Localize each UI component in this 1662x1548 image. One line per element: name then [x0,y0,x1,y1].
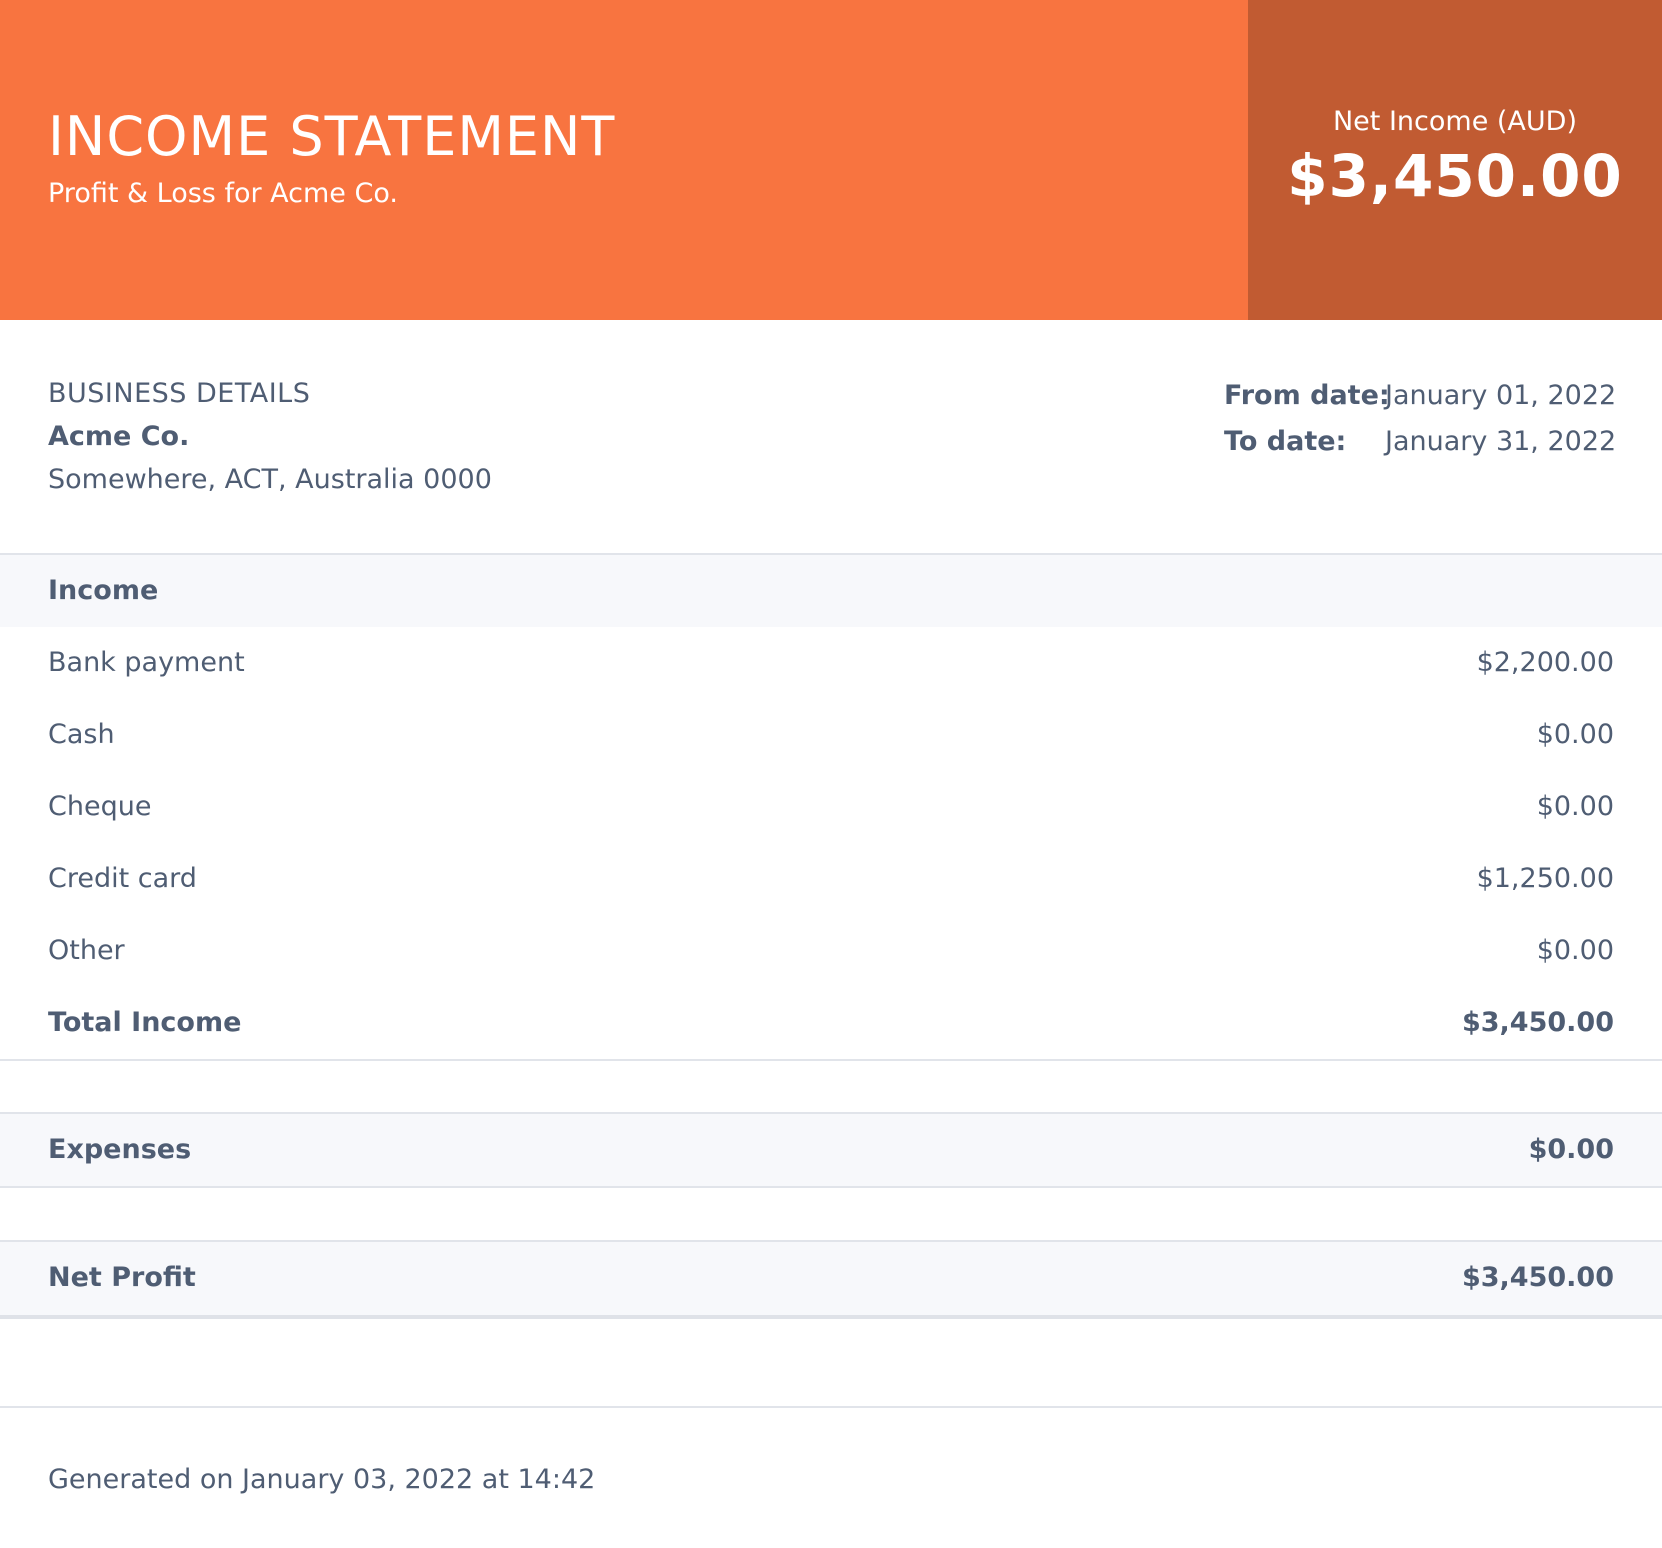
income-row-value: $0.00 [1536,719,1614,750]
income-row: Other $0.00 [0,915,1662,987]
from-date-label: From date: [1224,380,1390,411]
expenses-value: $0.00 [1528,1134,1614,1165]
income-row: Bank payment $2,200.00 [0,627,1662,699]
income-row: Cash $0.00 [0,699,1662,771]
business-name: Acme Co. [48,421,190,452]
income-row-label: Cheque [48,791,152,822]
income-row-label: Cash [48,719,115,750]
income-row: Cheque $0.00 [0,771,1662,843]
from-date-row: From date: January 01, 2022 [1224,373,1616,419]
to-date-label: To date: [1224,426,1347,457]
page-subtitle: Profit & Loss for Acme Co. [48,178,398,209]
from-date-value: January 01, 2022 [1385,380,1617,411]
income-row-label: Bank payment [48,647,245,678]
income-row-value: $2,200.00 [1476,647,1614,678]
divider [0,1406,1662,1408]
net-income-value: $3,450.00 [1287,142,1623,210]
net-profit-row: Net Profit $3,450.00 [0,1242,1662,1314]
to-date-row: To date: January 31, 2022 [1224,419,1616,465]
total-income-row: Total Income $3,450.00 [0,987,1662,1059]
income-heading: Income [0,555,1662,627]
net-income-box: Net Income (AUD) $3,450.00 [1248,0,1662,320]
income-row-label: Credit card [48,863,197,894]
income-heading-label: Income [48,575,159,606]
page-title: INCOME STATEMENT [48,105,616,168]
total-income-label: Total Income [48,1007,242,1038]
business-details-heading: BUSINESS DETAILS [48,378,311,409]
header-banner: INCOME STATEMENT Profit & Loss for Acme … [0,0,1662,320]
business-address: Somewhere, ACT, Australia 0000 [48,464,492,495]
expenses-label: Expenses [48,1134,192,1165]
income-row: Credit card $1,250.00 [0,843,1662,915]
divider [0,1186,1662,1188]
net-profit-value: $3,450.00 [1461,1262,1614,1293]
to-date-value: January 31, 2022 [1385,426,1617,457]
divider [0,1315,1662,1319]
net-income-label: Net Income (AUD) [1332,106,1577,137]
income-row-value: $0.00 [1536,791,1614,822]
income-row-value: $1,250.00 [1476,863,1614,894]
net-profit-label: Net Profit [48,1262,196,1293]
income-row-value: $0.00 [1536,935,1614,966]
income-row-label: Other [48,935,125,966]
divider [0,1059,1662,1061]
total-income-value: $3,450.00 [1461,1007,1614,1038]
generated-timestamp: Generated on January 03, 2022 at 14:42 [48,1464,596,1495]
expenses-row: Expenses $0.00 [0,1114,1662,1186]
